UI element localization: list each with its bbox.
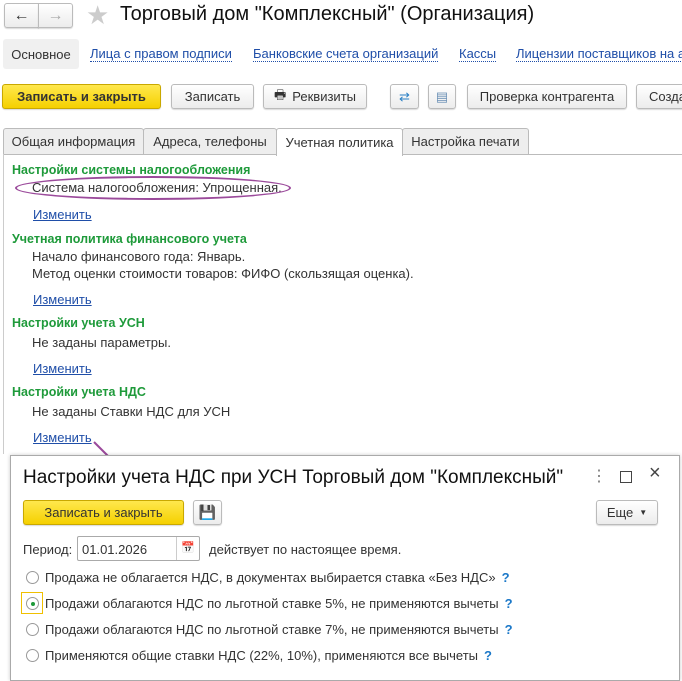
period-note: действует по настоящее время. (209, 542, 402, 557)
tab-accounting-policy[interactable]: Учетная политика (276, 128, 403, 156)
more-actions-icon[interactable]: ⋮ (591, 466, 607, 486)
radio-option-no-vat[interactable] (26, 571, 39, 584)
dialog-save-close-button[interactable]: Записать и закрыть (23, 500, 184, 525)
radio-label-row: Продажи облагаются НДС по льготной ставк… (45, 622, 513, 637)
period-input[interactable]: 01.01.2026 📅 (77, 536, 200, 561)
help-icon[interactable]: ? (505, 622, 513, 637)
vat-settings-dialog: Настройки учета НДС при УСН Торговый дом… (10, 455, 680, 681)
radio-option-general-rates[interactable] (26, 649, 39, 662)
maximize-icon[interactable] (620, 471, 632, 483)
help-icon[interactable]: ? (484, 648, 492, 663)
radio-option-7-percent[interactable] (26, 623, 39, 636)
radio-option-5-percent[interactable] (26, 597, 39, 610)
radio-label: Продажа не облагается НДС, в документах … (45, 570, 496, 585)
radio-label: Применяются общие ставки НДС (22%, 10%),… (45, 648, 479, 663)
close-icon[interactable]: × (649, 462, 661, 485)
dropdown-icon: ▼ (639, 508, 648, 517)
help-icon[interactable]: ? (505, 596, 513, 611)
period-label: Период: (23, 542, 73, 557)
calendar-icon[interactable]: 📅 (176, 537, 199, 560)
dialog-title: Настройки учета НДС при УСН Торговый дом… (23, 467, 564, 488)
help-icon[interactable]: ? (502, 570, 510, 585)
radio-label-row: Продажи облагаются НДС по льготной ставк… (45, 596, 513, 611)
more-label: Еще (606, 505, 634, 520)
save-disk-icon[interactable]: 💾 (193, 500, 222, 525)
period-value: 01.01.2026 (82, 542, 148, 557)
radio-label-row: Применяются общие ставки НДС (22%, 10%),… (45, 648, 492, 663)
more-button[interactable]: Еще ▼ (596, 500, 658, 525)
radio-label-row: Продажа не облагается НДС, в документах … (45, 570, 510, 585)
radio-label: Продажи облагаются НДС по льготной ставк… (45, 596, 499, 611)
radio-label: Продажи облагаются НДС по льготной ставк… (45, 622, 499, 637)
